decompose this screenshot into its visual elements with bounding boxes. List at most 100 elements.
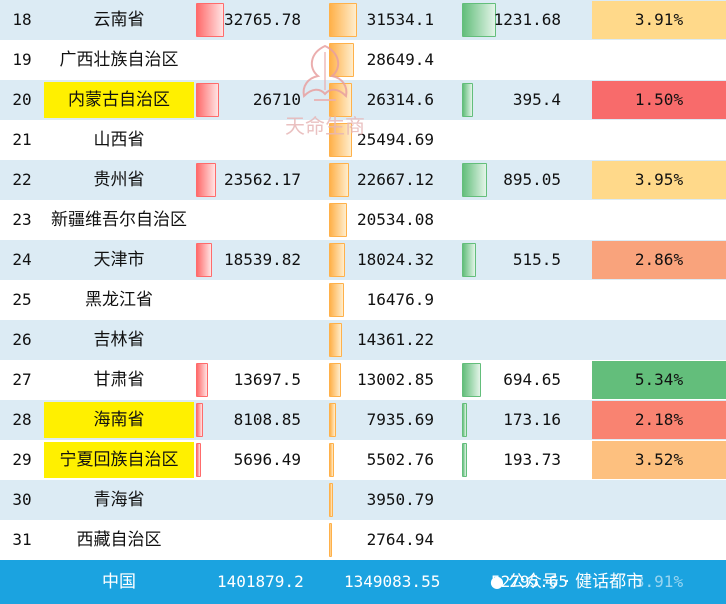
rank-cell: 19 bbox=[12, 50, 32, 69]
value2-cell: 20534.08 bbox=[328, 200, 460, 240]
value2-cell: 5502.76 bbox=[328, 440, 460, 480]
value2-cell-bar bbox=[329, 163, 349, 197]
region-name-cell: 天津市 bbox=[93, 250, 145, 270]
value3-cell-bar bbox=[462, 443, 467, 477]
value1-cell bbox=[195, 40, 327, 80]
value1-cell-value: 26710 bbox=[252, 90, 301, 109]
value2-cell: 3950.79 bbox=[328, 480, 460, 520]
value2-cell-bar bbox=[329, 403, 336, 437]
total-rank bbox=[0, 560, 44, 604]
region-name-cell: 黑龙江省 bbox=[85, 290, 153, 310]
region-name-cell: 甘肃省 bbox=[93, 370, 145, 390]
pct-cell: 3.95% bbox=[634, 170, 684, 189]
value2-cell: 22667.12 bbox=[328, 160, 460, 200]
value1-cell: 23562.17 bbox=[195, 160, 327, 200]
value3-cell: 1231.68 bbox=[461, 0, 591, 40]
value2-cell-bar bbox=[329, 363, 341, 397]
value1-cell-value: 8108.85 bbox=[233, 410, 301, 429]
rank-cell: 21 bbox=[12, 130, 32, 149]
value3-cell bbox=[461, 200, 591, 240]
value1-cell: 13697.5 bbox=[195, 360, 327, 400]
rank-cell: 18 bbox=[12, 10, 32, 29]
value1-cell bbox=[195, 520, 327, 560]
value3-cell-bar bbox=[462, 163, 487, 197]
total-v1: 1401879.2 bbox=[217, 572, 304, 591]
value2-cell: 26314.6 bbox=[328, 80, 460, 120]
value2-cell-bar bbox=[329, 123, 352, 157]
value2-cell-bar bbox=[329, 243, 345, 277]
region-name-cell: 山西省 bbox=[93, 130, 145, 150]
value2-cell-value: 3950.79 bbox=[366, 490, 434, 509]
rank-cell: 28 bbox=[12, 410, 32, 429]
value3-cell-bar bbox=[462, 243, 476, 277]
data-table: 18 云南省 32765.78 31534.1 1231.68 3.91% 19 广西壮族自治… bbox=[0, 0, 726, 560]
rank-cell: 26 bbox=[12, 330, 32, 349]
value2-cell-value: 14361.22 bbox=[356, 330, 434, 349]
value1-cell-bar bbox=[196, 83, 219, 117]
pct-cell: 3.52% bbox=[634, 450, 684, 469]
rank-cell: 29 bbox=[12, 450, 32, 469]
value2-cell-value: 31534.1 bbox=[366, 10, 434, 29]
region-name-cell: 云南省 bbox=[93, 10, 145, 30]
value3-cell-bar bbox=[462, 3, 496, 37]
value1-cell: 18539.82 bbox=[195, 240, 327, 280]
table-row: 24 天津市 18539.82 18024.32 515.5 2.86% bbox=[0, 240, 726, 280]
pct-cell bbox=[592, 120, 726, 160]
table-row: 21 山西省 25494.69 bbox=[0, 120, 726, 160]
region-name-cell: 西藏自治区 bbox=[76, 530, 162, 550]
value1-cell-value: 23562.17 bbox=[223, 170, 301, 189]
value3-cell bbox=[461, 280, 591, 320]
value3-cell-value: 193.73 bbox=[503, 450, 561, 469]
value2-cell-bar bbox=[329, 443, 334, 477]
value2-cell: 28649.4 bbox=[328, 40, 460, 80]
table-row: 26 吉林省 14361.22 bbox=[0, 320, 726, 360]
pct-cell bbox=[592, 520, 726, 560]
pct-cell: 2.18% bbox=[634, 410, 684, 429]
value2-cell-value: 13002.85 bbox=[356, 370, 434, 389]
table-row: 20 内蒙古自治区 26710 26314.6 395.4 1.50% bbox=[0, 80, 726, 120]
value3-cell-bar bbox=[462, 403, 467, 437]
value3-cell: 193.73 bbox=[461, 440, 591, 480]
value3-cell bbox=[461, 480, 591, 520]
value1-cell-value: 18539.82 bbox=[223, 250, 301, 269]
value3-cell-value: 694.65 bbox=[503, 370, 561, 389]
rank-cell: 30 bbox=[12, 490, 32, 509]
value1-cell-value: 5696.49 bbox=[233, 450, 301, 469]
value2-cell-bar bbox=[329, 283, 344, 317]
value3-cell: 694.65 bbox=[461, 360, 591, 400]
value2-cell-bar bbox=[329, 3, 357, 37]
total-name: 中国 bbox=[102, 572, 136, 592]
value1-cell-value: 32765.78 bbox=[223, 10, 301, 29]
value1-cell: 8108.85 bbox=[195, 400, 327, 440]
value2-cell: 7935.69 bbox=[328, 400, 460, 440]
value1-cell bbox=[195, 200, 327, 240]
region-name-cell: 贵州省 bbox=[93, 170, 145, 190]
value3-cell-value: 895.05 bbox=[503, 170, 561, 189]
value3-cell bbox=[461, 520, 591, 560]
value2-cell: 2764.94 bbox=[328, 520, 460, 560]
value2-cell-bar bbox=[329, 323, 342, 357]
value1-cell-bar bbox=[196, 363, 208, 397]
value1-cell bbox=[195, 280, 327, 320]
value2-cell-value: 5502.76 bbox=[366, 450, 434, 469]
region-name-cell: 新疆维吾尔自治区 bbox=[51, 210, 187, 230]
value3-cell-value: 1231.68 bbox=[493, 10, 561, 29]
value2-cell-bar bbox=[329, 83, 352, 117]
pct-cell: 1.50% bbox=[634, 90, 684, 109]
value2-cell-value: 28649.4 bbox=[366, 50, 434, 69]
value2-cell-bar bbox=[329, 43, 354, 77]
value3-cell bbox=[461, 120, 591, 160]
pct-cell: 5.34% bbox=[634, 370, 684, 389]
wechat-icon: ● bbox=[490, 572, 504, 591]
value3-cell-bar bbox=[462, 83, 473, 117]
value2-cell: 25494.69 bbox=[328, 120, 460, 160]
value1-cell bbox=[195, 320, 327, 360]
value1-cell-bar bbox=[196, 163, 216, 197]
value3-cell: 173.16 bbox=[461, 400, 591, 440]
value3-cell: 515.5 bbox=[461, 240, 591, 280]
value3-cell-value: 173.16 bbox=[503, 410, 561, 429]
value2-cell: 31534.1 bbox=[328, 0, 460, 40]
table-row: 23 新疆维吾尔自治区 20534.08 bbox=[0, 200, 726, 240]
value1-cell: 26710 bbox=[195, 80, 327, 120]
region-name-cell: 广西壮族自治区 bbox=[59, 50, 179, 70]
